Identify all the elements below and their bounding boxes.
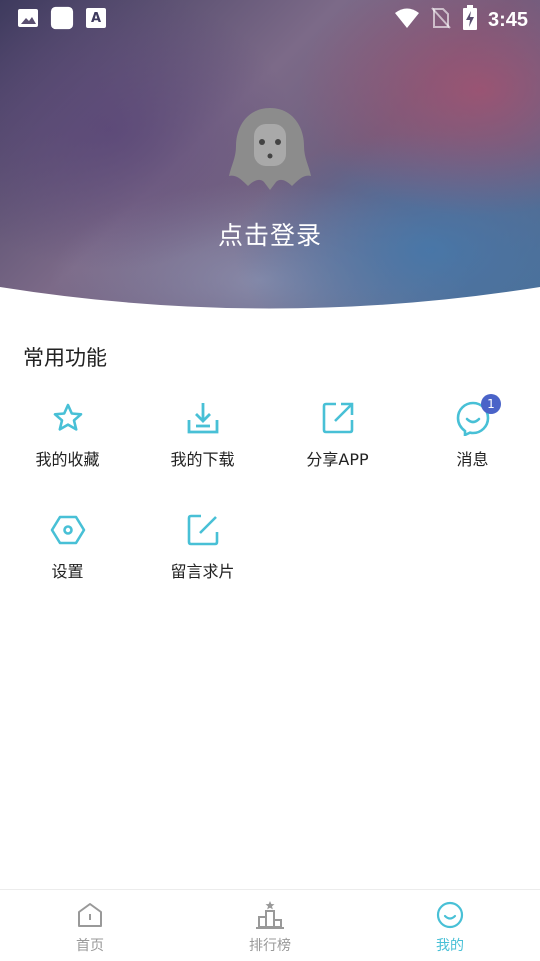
request-movie-button[interactable]: 留言求片 bbox=[135, 512, 270, 612]
share-icon bbox=[320, 400, 356, 436]
clock: 3:45 bbox=[487, 8, 528, 31]
status-bar: A 3:45 bbox=[0, 0, 540, 36]
settings-button[interactable]: 设置 bbox=[0, 512, 135, 612]
tab-home-label: 首页 bbox=[76, 938, 104, 954]
downloads-label: 我的下载 bbox=[170, 450, 235, 469]
request-movie-label: 留言求片 bbox=[170, 562, 235, 581]
downloads-button[interactable]: 我的下载 bbox=[135, 400, 270, 500]
tab-ranking[interactable]: 排行榜 bbox=[180, 890, 360, 961]
bottom-tab-bar: 首页 排行榜 我的 bbox=[0, 889, 540, 961]
tab-ranking-label: 排行榜 bbox=[249, 938, 291, 954]
section-title: 常用功能 bbox=[23, 346, 107, 370]
smile-icon bbox=[435, 900, 465, 930]
ranking-icon bbox=[255, 900, 285, 930]
share-app-label: 分享APP bbox=[306, 450, 369, 469]
home-icon bbox=[75, 900, 105, 930]
wifi-icon bbox=[394, 7, 420, 33]
download-icon bbox=[185, 400, 221, 436]
tab-mine-label: 我的 bbox=[436, 938, 464, 954]
app-icon bbox=[50, 6, 74, 30]
login-button[interactable]: 点击登录 bbox=[0, 216, 540, 252]
favorites-button[interactable]: 我的收藏 bbox=[0, 400, 135, 500]
settings-icon bbox=[50, 512, 86, 548]
tab-mine[interactable]: 我的 bbox=[360, 890, 540, 961]
image-icon bbox=[16, 6, 40, 30]
messages-button[interactable]: 1 消息 bbox=[405, 394, 540, 500]
edit-icon bbox=[185, 512, 221, 548]
share-app-button[interactable]: 分享APP bbox=[270, 400, 405, 500]
messages-label: 消息 bbox=[456, 450, 489, 469]
text-a-icon: A bbox=[84, 6, 108, 30]
ghost-avatar-icon bbox=[229, 108, 311, 190]
svg-text:A: A bbox=[91, 11, 101, 26]
battery-charging-icon bbox=[462, 5, 478, 35]
settings-label: 设置 bbox=[51, 562, 84, 581]
star-icon bbox=[50, 400, 86, 436]
no-sim-icon bbox=[430, 6, 452, 34]
favorites-label: 我的收藏 bbox=[35, 450, 100, 469]
unread-badge: 1 bbox=[481, 394, 501, 414]
avatar[interactable] bbox=[228, 106, 312, 192]
tab-home[interactable]: 首页 bbox=[0, 890, 180, 961]
